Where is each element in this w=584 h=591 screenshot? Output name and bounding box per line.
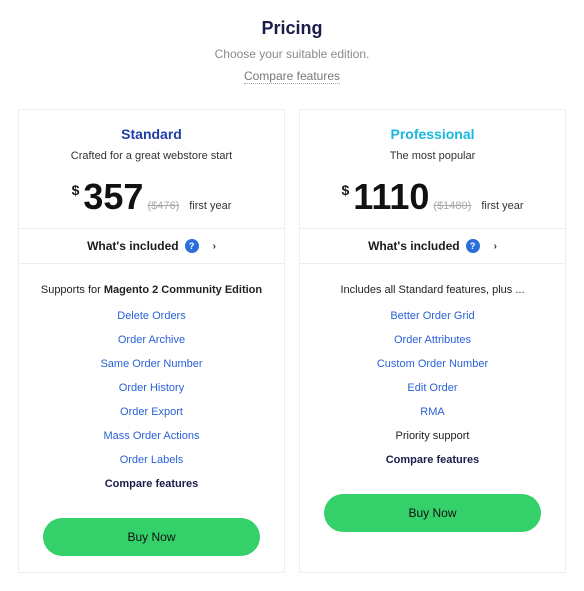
currency-symbol: $ — [72, 182, 80, 198]
page-subtitle: Choose your suitable edition. — [18, 47, 566, 61]
plan-standard-included-toggle[interactable]: What's included ? › — [19, 228, 284, 264]
plan-standard-features-head: Supports for Magento 2 Community Edition — [29, 284, 274, 296]
plan-professional-features: Includes all Standard features, plus ...… — [300, 264, 565, 480]
price-period: first year — [189, 200, 231, 212]
plan-standard-feature-list: Delete Orders Order Archive Same Order N… — [29, 310, 274, 466]
feature-link[interactable]: Edit Order — [310, 382, 555, 394]
feature-link[interactable]: Order Archive — [29, 334, 274, 346]
buy-now-button-standard[interactable]: Buy Now — [43, 518, 260, 556]
feature-link[interactable]: Order Attributes — [310, 334, 555, 346]
chevron-right-icon: › — [213, 241, 216, 252]
plan-professional-price-row: $ 1110 ($1480) first year — [310, 176, 555, 218]
feature-link[interactable]: Order Labels — [29, 454, 274, 466]
included-label: What's included — [368, 239, 460, 253]
plan-professional-old-price: ($1480) — [433, 200, 471, 212]
feature-link[interactable]: Delete Orders — [29, 310, 274, 322]
currency-symbol: $ — [341, 182, 349, 198]
plan-standard-tagline: Crafted for a great webstore start — [29, 150, 274, 162]
feature-link[interactable]: Order Export — [29, 406, 274, 418]
compare-features-link[interactable]: Compare features — [310, 454, 555, 466]
compare-features-link[interactable]: Compare features — [29, 478, 274, 490]
feature-link[interactable]: Custom Order Number — [310, 358, 555, 370]
plan-professional: Professional The most popular $ 1110 ($1… — [299, 109, 566, 573]
question-icon: ? — [185, 239, 199, 253]
plan-professional-price: 1110 — [353, 176, 429, 218]
feature-link[interactable]: Same Order Number — [29, 358, 274, 370]
chevron-right-icon: › — [494, 241, 497, 252]
page-title: Pricing — [18, 18, 566, 39]
plan-standard-price: 357 — [83, 176, 143, 218]
price-period: first year — [481, 200, 523, 212]
plan-professional-name: Professional — [310, 126, 555, 142]
plan-standard-price-row: $ 357 ($476) first year — [29, 176, 274, 218]
plan-professional-included-toggle[interactable]: What's included ? › — [300, 228, 565, 264]
plans-row: Standard Crafted for a great webstore st… — [18, 109, 566, 573]
plan-professional-head: Professional The most popular $ 1110 ($1… — [300, 110, 565, 228]
feature-link[interactable]: Order History — [29, 382, 274, 394]
plan-standard: Standard Crafted for a great webstore st… — [18, 109, 285, 573]
plan-standard-features: Supports for Magento 2 Community Edition… — [19, 264, 284, 504]
plan-standard-name: Standard — [29, 126, 274, 142]
feature-link[interactable]: Mass Order Actions — [29, 430, 274, 442]
question-icon: ? — [466, 239, 480, 253]
features-head-prefix: Supports for — [41, 284, 104, 296]
plan-professional-features-head: Includes all Standard features, plus ... — [310, 284, 555, 296]
plan-professional-tagline: The most popular — [310, 150, 555, 162]
feature-link[interactable]: RMA — [310, 406, 555, 418]
feature-static: Priority support — [310, 430, 555, 442]
compare-features-link-top[interactable]: Compare features — [244, 69, 340, 84]
feature-link[interactable]: Better Order Grid — [310, 310, 555, 322]
buy-now-button-professional[interactable]: Buy Now — [324, 494, 541, 532]
plan-standard-old-price: ($476) — [147, 200, 179, 212]
features-head-bold: Magento 2 Community Edition — [104, 284, 262, 296]
plan-professional-feature-list: Better Order Grid Order Attributes Custo… — [310, 310, 555, 442]
plan-standard-head: Standard Crafted for a great webstore st… — [19, 110, 284, 228]
pricing-header: Pricing Choose your suitable edition. Co… — [18, 18, 566, 85]
included-label: What's included — [87, 239, 179, 253]
